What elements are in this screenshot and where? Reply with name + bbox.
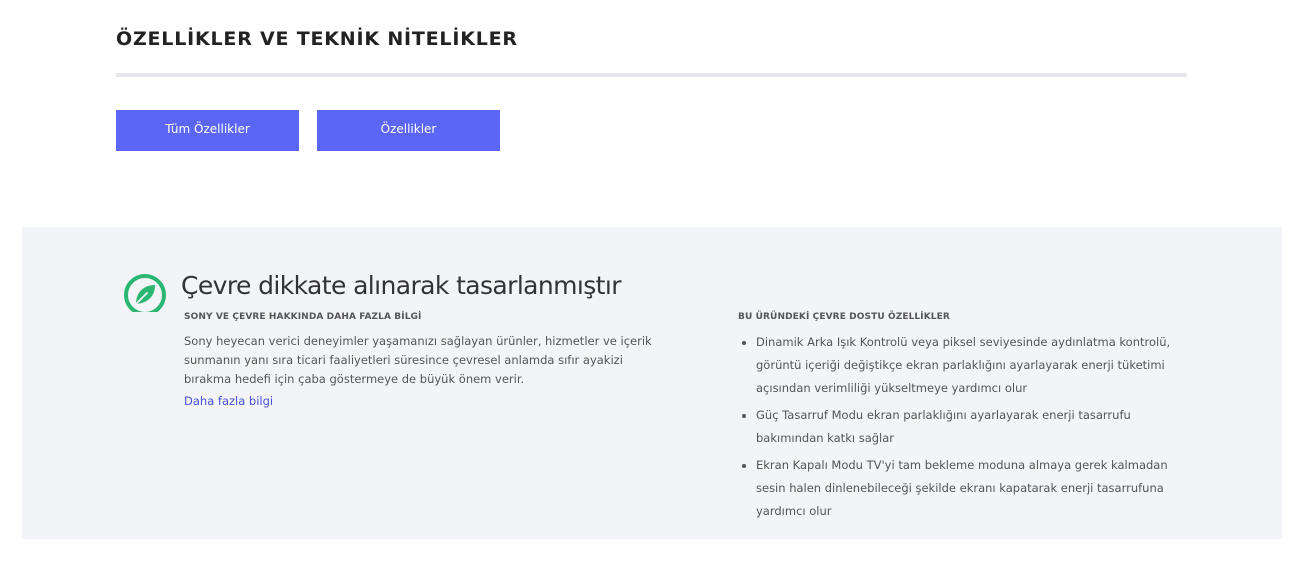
all-features-button[interactable]: Tüm Özellikler: [116, 110, 299, 151]
title-divider: [116, 73, 1187, 77]
list-item: Güç Tasarruf Modu ekran parlaklığını aya…: [756, 404, 1198, 450]
eco-heading: Çevre dikkate alınarak tasarlanmıştır: [181, 271, 621, 300]
page: ÖZELLİKLER VE TEKNİK NİTELİKLER Tüm Özel…: [0, 0, 1301, 569]
leaf-icon: [122, 272, 168, 312]
list-item: Ekran Kapalı Modu TV'yi tam bekleme modu…: [756, 454, 1198, 523]
features-button[interactable]: Özellikler: [317, 110, 500, 151]
specs-title: ÖZELLİKLER VE TEKNİK NİTELİKLER: [116, 28, 518, 50]
eco-features-subheading: BU ÜRÜNDEKİ ÇEVRE DOSTU ÖZELLİKLER: [738, 312, 950, 322]
eco-panel: Çevre dikkate alınarak tasarlanmıştır SO…: [22, 227, 1282, 539]
learn-more-link[interactable]: Daha fazla bilgi: [184, 394, 273, 408]
list-item: Dinamik Arka Işık Kontrolü veya piksel s…: [756, 331, 1198, 400]
eco-features-list: Dinamik Arka Işık Kontrolü veya piksel s…: [738, 331, 1198, 527]
eco-description: Sony heyecan verici deneyimler yaşamanız…: [184, 334, 652, 386]
sony-environment-subheading: SONY VE ÇEVRE HAKKINDA DAHA FAZLA BİLGİ: [184, 312, 422, 322]
